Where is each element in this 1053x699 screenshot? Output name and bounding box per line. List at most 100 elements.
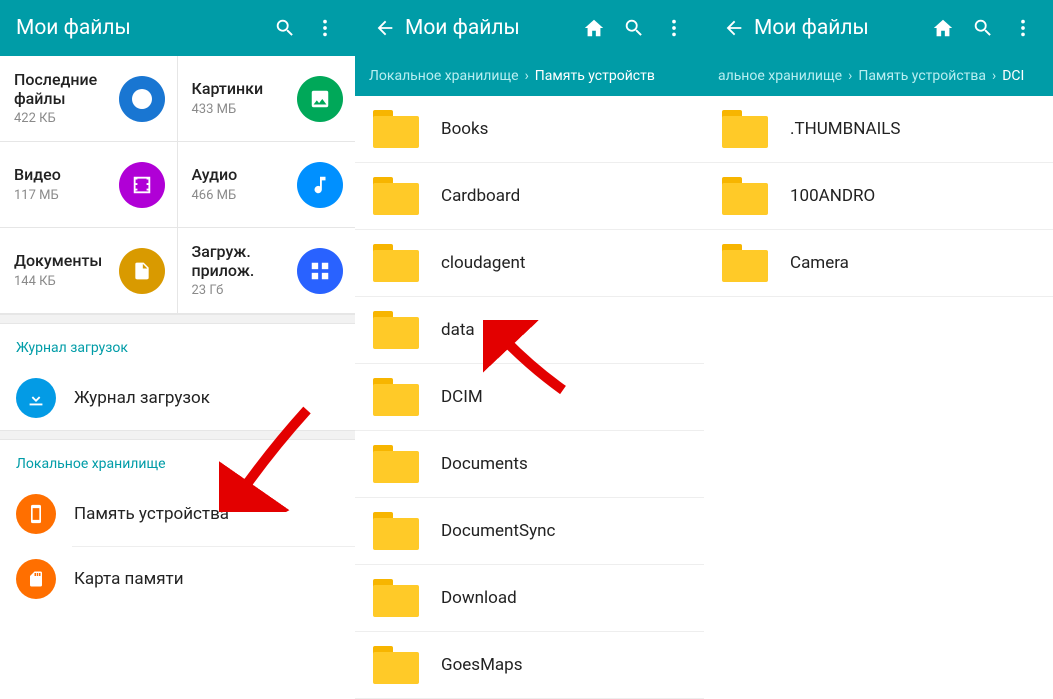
more-icon[interactable]: [654, 8, 694, 48]
folder-row[interactable]: Download: [355, 565, 704, 632]
download-icon: [16, 378, 56, 418]
row-label: Память устройства: [74, 504, 229, 524]
folder-row[interactable]: Camera: [704, 230, 1053, 297]
folder-icon: [373, 177, 419, 215]
folder-name: Documents: [441, 454, 528, 474]
back-icon[interactable]: [714, 8, 754, 48]
folder-row[interactable]: cloudagent: [355, 230, 704, 297]
folder-name: Cardboard: [441, 186, 520, 206]
category-size: 144 КБ: [14, 274, 102, 289]
video-icon: [119, 162, 165, 208]
section-header-local: Локальное хранилище: [0, 440, 355, 482]
chevron-right-icon: ›: [525, 68, 529, 84]
folder-row[interactable]: Cardboard: [355, 163, 704, 230]
row-device-storage[interactable]: Память устройства: [0, 482, 355, 546]
category-label: Документы: [14, 252, 102, 270]
category-size: 23 Гб: [192, 283, 298, 298]
folder-name: Books: [441, 119, 488, 139]
category-size: 117 МБ: [14, 188, 61, 203]
folder-row[interactable]: Documents: [355, 431, 704, 498]
breadcrumb[interactable]: Локальное хранилище › Память устройств: [355, 56, 704, 96]
folder-name: GoesMaps: [441, 655, 522, 675]
chevron-right-icon: ›: [848, 68, 852, 84]
more-icon[interactable]: [305, 8, 345, 48]
folder-list: .THUMBNAILS 100ANDRO Camera: [704, 96, 1053, 297]
app-title: Мои файлы: [754, 16, 923, 40]
folder-name: .THUMBNAILS: [790, 119, 900, 139]
folder-icon: [373, 378, 419, 416]
folder-icon: [373, 311, 419, 349]
folder-name: DocumentSync: [441, 521, 555, 541]
folder-name: cloudagent: [441, 253, 525, 273]
search-icon[interactable]: [963, 8, 1003, 48]
category-video[interactable]: Видео 117 МБ: [0, 142, 178, 228]
category-size: 422 КБ: [14, 111, 119, 126]
folder-icon: [722, 110, 768, 148]
audio-icon: [297, 162, 343, 208]
pane-device-storage: Мои файлы Локальное хранилище › Память у…: [355, 0, 704, 617]
breadcrumb-item[interactable]: Локальное хранилище: [369, 68, 519, 84]
folder-icon: [373, 512, 419, 550]
category-label: Аудио: [192, 166, 238, 184]
folder-icon: [373, 244, 419, 282]
folder-icon: [722, 244, 768, 282]
category-label: Загруж. прилож.: [192, 243, 298, 280]
phone-icon: [16, 494, 56, 534]
appbar: Мои файлы: [704, 0, 1053, 56]
home-icon[interactable]: [923, 8, 963, 48]
folder-row[interactable]: .THUMBNAILS: [704, 96, 1053, 163]
section-gap: [0, 314, 355, 324]
category-label: Видео: [14, 166, 61, 184]
row-sdcard[interactable]: Карта памяти: [0, 547, 355, 611]
folder-row[interactable]: data: [355, 297, 704, 364]
folder-row[interactable]: Books: [355, 96, 704, 163]
image-icon: [297, 76, 343, 122]
category-grid: Последние файлы 422 КБ Картинки 433 МБ Видео…: [0, 56, 355, 314]
sdcard-icon: [16, 559, 56, 599]
category-clock[interactable]: Последние файлы 422 КБ: [0, 56, 178, 142]
breadcrumb-item[interactable]: Память устройства: [858, 68, 986, 84]
breadcrumb[interactable]: альное хранилище › Память устройства › D…: [704, 56, 1053, 96]
folder-row[interactable]: DCIM: [355, 364, 704, 431]
category-apps[interactable]: Загруж. прилож. 23 Гб: [178, 228, 356, 314]
category-audio[interactable]: Аудио 466 МБ: [178, 142, 356, 228]
folder-name: data: [441, 320, 475, 340]
folder-name: DCIM: [441, 387, 483, 407]
clock-icon: [119, 76, 165, 122]
row-label: Карта памяти: [74, 569, 184, 589]
breadcrumb-item[interactable]: DCI: [1002, 68, 1024, 84]
folder-row[interactable]: GoesMaps: [355, 632, 704, 699]
folder-list: Books Cardboard cloudagent data DCIM Document…: [355, 96, 704, 699]
appbar: Мои файлы: [0, 0, 355, 56]
category-label: Последние файлы: [14, 71, 119, 108]
folder-icon: [373, 110, 419, 148]
appbar: Мои файлы: [355, 0, 704, 56]
category-size: 433 МБ: [192, 102, 264, 117]
breadcrumb-item[interactable]: альное хранилище: [718, 68, 842, 84]
apps-icon: [297, 248, 343, 294]
folder-row[interactable]: 100ANDRO: [704, 163, 1053, 230]
chevron-right-icon: ›: [992, 68, 996, 84]
folder-name: Download: [441, 588, 517, 608]
row-download-history[interactable]: Журнал загрузок: [0, 366, 355, 430]
folder-name: 100ANDRO: [790, 186, 875, 206]
section-gap: [0, 430, 355, 440]
breadcrumb-item[interactable]: Память устройств: [535, 68, 655, 84]
section-header-downloads: Журнал загрузок: [0, 324, 355, 366]
doc-icon: [119, 248, 165, 294]
home-icon[interactable]: [574, 8, 614, 48]
more-icon[interactable]: [1003, 8, 1043, 48]
search-icon[interactable]: [265, 8, 305, 48]
category-label: Картинки: [192, 80, 264, 98]
category-image[interactable]: Картинки 433 МБ: [178, 56, 356, 142]
folder-icon: [722, 177, 768, 215]
back-icon[interactable]: [365, 8, 405, 48]
folder-name: Camera: [790, 253, 849, 273]
folder-row[interactable]: DocumentSync: [355, 498, 704, 565]
category-size: 466 МБ: [192, 188, 238, 203]
search-icon[interactable]: [614, 8, 654, 48]
pane-myfiles-home: Мои файлы Последние файлы 422 КБ Картинки 4…: [0, 0, 355, 617]
category-doc[interactable]: Документы 144 КБ: [0, 228, 178, 314]
folder-icon: [373, 445, 419, 483]
app-title: Мои файлы: [16, 16, 265, 40]
